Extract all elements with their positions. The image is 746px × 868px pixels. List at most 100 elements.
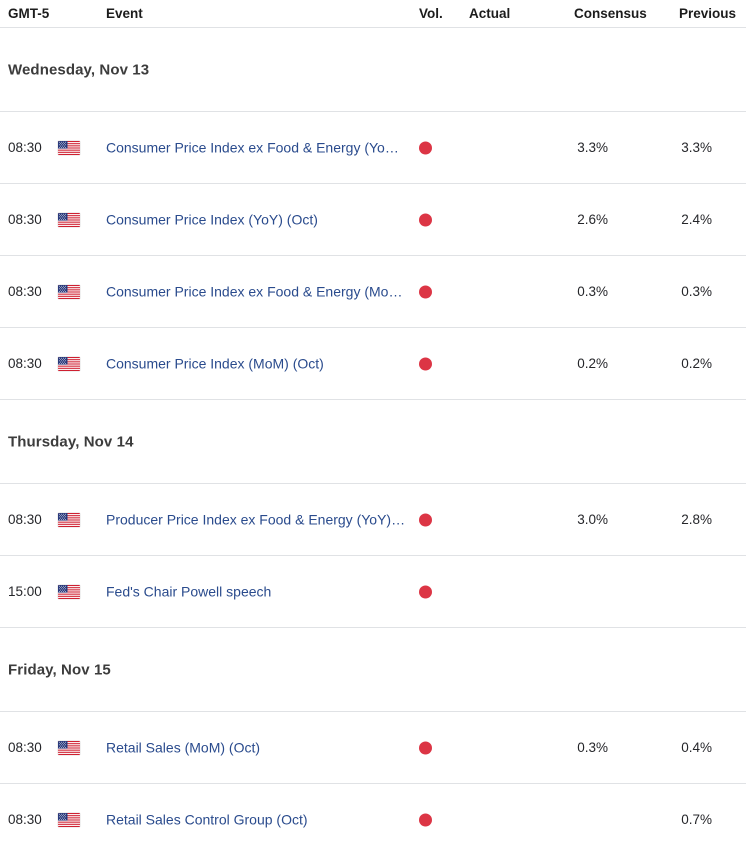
column-header-timezone: GMT-5 xyxy=(8,6,50,21)
date-group-header-3: Friday, Nov 15 xyxy=(0,628,746,711)
country-flag-cell xyxy=(58,284,82,299)
consensus-value: 0.2% xyxy=(577,355,608,371)
volatility-high-icon xyxy=(419,213,432,226)
volatility-high-icon xyxy=(419,285,432,298)
previous-value: 2.8% xyxy=(681,511,712,527)
country-flag-cell xyxy=(58,812,82,827)
event-name-cell[interactable]: Consumer Price Index (MoM) (Oct) xyxy=(106,355,324,373)
event-time: 08:30 xyxy=(8,511,42,527)
event-time: 08:30 xyxy=(8,211,42,227)
previous-cell: 0.2% xyxy=(624,355,712,373)
event-name-cell[interactable]: Consumer Price Index ex Food & Energy (M… xyxy=(106,283,402,301)
event-time-cell: 08:30 xyxy=(8,511,54,529)
calendar-event-row[interactable]: 15:00 Fed's Chair Powell speech xyxy=(0,556,746,627)
calendar-event-row[interactable]: 08:30 xyxy=(0,112,746,183)
event-name-link[interactable]: Retail Sales Control Group (Oct) xyxy=(106,811,308,829)
event-time: 08:30 xyxy=(8,811,42,827)
economic-calendar: GMT-5 Event Vol. Actual Consensus Previo… xyxy=(0,0,746,868)
date-group-label: Wednesday, Nov 13 xyxy=(8,61,150,78)
country-flag-cell xyxy=(58,356,82,371)
volatility-cell xyxy=(419,285,459,298)
date-group-label: Friday, Nov 15 xyxy=(8,661,111,678)
previous-cell: 2.8% xyxy=(624,511,712,529)
previous-cell: 0.4% xyxy=(624,739,712,757)
column-header-consensus: Consensus xyxy=(574,6,647,21)
volatility-high-icon xyxy=(419,741,432,754)
table-header-row: GMT-5 Event Vol. Actual Consensus Previo… xyxy=(0,0,746,27)
column-header-actual: Actual xyxy=(469,6,511,21)
event-name-link[interactable]: Consumer Price Index (MoM) (Oct) xyxy=(106,355,324,373)
volatility-high-icon xyxy=(419,141,432,154)
event-name-link[interactable]: Producer Price Index ex Food & Energy (Y… xyxy=(106,511,405,529)
event-name-link[interactable]: Consumer Price Index (YoY) (Oct) xyxy=(106,211,318,229)
event-name-cell[interactable]: Fed's Chair Powell speech xyxy=(106,583,271,601)
calendar-event-row[interactable]: 08:30 xyxy=(0,784,746,855)
flag-us-icon xyxy=(58,140,80,155)
event-time: 08:30 xyxy=(8,739,42,755)
consensus-cell: 0.2% xyxy=(520,355,608,373)
previous-cell: 0.7% xyxy=(624,811,712,829)
calendar-event-row[interactable]: 08:30 xyxy=(0,484,746,555)
previous-value: 0.7% xyxy=(681,811,712,827)
previous-value: 0.3% xyxy=(681,283,712,299)
event-time: 08:30 xyxy=(8,283,42,299)
consensus-cell: 3.3% xyxy=(520,139,608,157)
volatility-high-icon xyxy=(419,813,432,826)
volatility-cell xyxy=(419,513,459,526)
event-time: 08:30 xyxy=(8,139,42,155)
calendar-body: Wednesday, Nov 13 08:30 Consumer Price I… xyxy=(0,28,746,855)
country-flag-cell xyxy=(58,140,82,155)
event-name-cell[interactable]: Consumer Price Index ex Food & Energy (Y… xyxy=(106,139,399,157)
date-group-header-2: Thursday, Nov 14 xyxy=(0,400,746,483)
consensus-value: 0.3% xyxy=(577,739,608,755)
flag-us-icon xyxy=(58,284,80,299)
event-name-cell[interactable]: Retail Sales Control Group (Oct) xyxy=(106,811,308,829)
column-header-volatility: Vol. xyxy=(419,6,443,21)
volatility-cell xyxy=(419,585,459,598)
calendar-event-row[interactable]: 08:30 xyxy=(0,256,746,327)
consensus-cell: 0.3% xyxy=(520,283,608,301)
consensus-cell: 0.3% xyxy=(520,739,608,757)
flag-us-icon xyxy=(58,512,80,527)
volatility-cell xyxy=(419,213,459,226)
previous-cell: 3.3% xyxy=(624,139,712,157)
event-name-cell[interactable]: Consumer Price Index (YoY) (Oct) xyxy=(106,211,318,229)
column-header-event: Event xyxy=(106,6,143,21)
date-group-header-1: Wednesday, Nov 13 xyxy=(0,28,746,111)
calendar-event-row[interactable]: 08:30 xyxy=(0,184,746,255)
flag-us-icon xyxy=(58,212,80,227)
volatility-high-icon xyxy=(419,357,432,370)
calendar-event-row[interactable]: 08:30 xyxy=(0,328,746,399)
volatility-cell xyxy=(419,741,459,754)
previous-value: 3.3% xyxy=(681,139,712,155)
consensus-value: 3.3% xyxy=(577,139,608,155)
event-name-link[interactable]: Consumer Price Index ex Food & Energy (M… xyxy=(106,283,402,301)
event-name-link[interactable]: Retail Sales (MoM) (Oct) xyxy=(106,739,260,757)
event-name-cell[interactable]: Producer Price Index ex Food & Energy (Y… xyxy=(106,511,405,529)
event-time-cell: 08:30 xyxy=(8,739,54,757)
event-time-cell: 15:00 xyxy=(8,583,54,601)
event-name-cell[interactable]: Retail Sales (MoM) (Oct) xyxy=(106,739,260,757)
volatility-high-icon xyxy=(419,585,432,598)
volatility-cell xyxy=(419,141,459,154)
country-flag-cell xyxy=(58,584,82,599)
previous-value: 2.4% xyxy=(681,211,712,227)
consensus-cell: 2.6% xyxy=(520,211,608,229)
volatility-cell xyxy=(419,813,459,826)
event-time-cell: 08:30 xyxy=(8,211,54,229)
calendar-event-row[interactable]: 08:30 xyxy=(0,712,746,783)
event-time-cell: 08:30 xyxy=(8,139,54,157)
consensus-value: 3.0% xyxy=(577,511,608,527)
event-name-link[interactable]: Fed's Chair Powell speech xyxy=(106,583,271,601)
date-group-label: Thursday, Nov 14 xyxy=(8,433,134,450)
event-name-link[interactable]: Consumer Price Index ex Food & Energy (Y… xyxy=(106,139,399,157)
event-time-cell: 08:30 xyxy=(8,811,54,829)
previous-cell: 0.3% xyxy=(624,283,712,301)
consensus-cell: 3.0% xyxy=(520,511,608,529)
country-flag-cell xyxy=(58,512,82,527)
volatility-cell xyxy=(419,357,459,370)
previous-value: 0.2% xyxy=(681,355,712,371)
previous-cell: 2.4% xyxy=(624,211,712,229)
country-flag-cell xyxy=(58,740,82,755)
column-header-previous: Previous xyxy=(679,6,737,21)
